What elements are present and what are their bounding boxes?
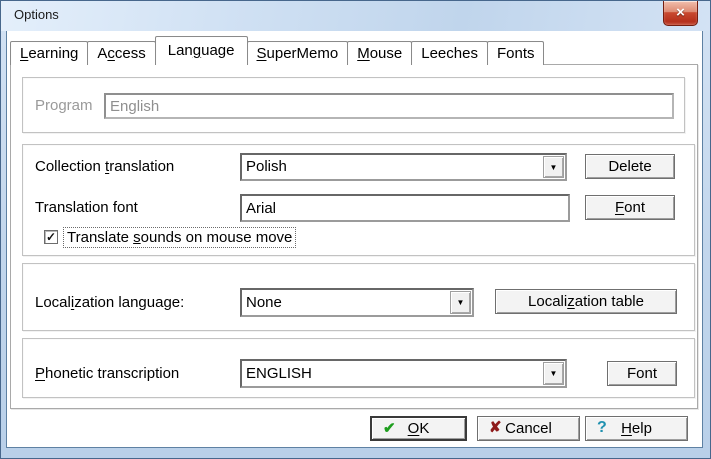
chevron-down-icon: ▼ <box>550 163 558 172</box>
program-label: Program <box>35 93 93 119</box>
close-icon: × <box>676 4 685 21</box>
translation-font-button[interactable]: Font <box>585 195 675 220</box>
phonetic-font-button[interactable]: Font <box>607 361 677 386</box>
help-button-label: Help <box>621 418 652 439</box>
collection-translation-combobox[interactable]: Polish ▼ <box>240 153 567 181</box>
tab-language[interactable]: Language <box>155 36 248 65</box>
ok-button-label: OK <box>408 419 430 438</box>
x-mark-icon: ✘ <box>489 417 502 440</box>
phonetic-transcription-combobox[interactable]: ENGLISH ▼ <box>240 359 567 388</box>
chevron-down-icon: ▼ <box>457 298 465 307</box>
localization-language-label: Localization language: <box>35 288 184 317</box>
phonetic-transcription-value: ENGLISH <box>246 365 312 382</box>
translation-font-value: Arial <box>246 200 276 217</box>
tab-supermemo[interactable]: SuperMemo <box>247 41 349 65</box>
localization-language-dropdown-button[interactable]: ▼ <box>450 291 471 314</box>
tab-learning[interactable]: Learning <box>10 41 88 65</box>
translation-font-input[interactable]: Arial <box>240 194 570 222</box>
collection-translation-value: Polish <box>246 158 287 175</box>
checkmark-icon: ✓ <box>46 230 56 244</box>
localization-language-combobox[interactable]: None ▼ <box>240 288 474 317</box>
program-input[interactable]: English <box>104 93 674 119</box>
program-value: English <box>110 98 159 115</box>
localization-language-value: None <box>246 294 282 311</box>
title-bar[interactable]: Options × <box>1 1 710 31</box>
cancel-button-label: Cancel <box>505 418 552 439</box>
delete-button[interactable]: Delete <box>585 154 675 179</box>
help-button[interactable]: ? Help <box>585 416 688 441</box>
tab-access[interactable]: Access <box>87 41 155 65</box>
question-mark-icon: ? <box>597 417 607 440</box>
collection-translation-dropdown-button[interactable]: ▼ <box>543 156 564 178</box>
phonetic-transcription-label: Phonetic transcription <box>35 359 179 388</box>
cancel-button[interactable]: ✘ Cancel <box>477 416 580 441</box>
options-dialog: Options × Learning Access Language Super… <box>0 0 711 459</box>
translate-sounds-checkbox[interactable]: ✓ <box>44 230 58 244</box>
collection-translation-label: Collection translation <box>35 153 174 181</box>
tab-strip: Learning Access Language SuperMemo Mouse… <box>10 36 543 65</box>
translation-font-label: Translation font <box>35 194 138 222</box>
window-title: Options <box>14 7 59 22</box>
localization-table-button[interactable]: Localization table <box>495 289 677 314</box>
phonetic-transcription-dropdown-button[interactable]: ▼ <box>543 362 564 385</box>
check-icon: ✔ <box>383 418 396 439</box>
translate-sounds-checkbox-label[interactable]: Translate sounds on mouse move <box>63 227 296 248</box>
chevron-down-icon: ▼ <box>550 369 558 378</box>
dialog-client-area: Learning Access Language SuperMemo Mouse… <box>6 31 703 448</box>
tab-mouse[interactable]: Mouse <box>347 41 412 65</box>
tab-fonts[interactable]: Fonts <box>487 41 545 65</box>
close-button[interactable]: × <box>663 1 698 26</box>
ok-button[interactable]: ✔ OK <box>370 416 467 441</box>
tab-leeches[interactable]: Leeches <box>411 41 488 65</box>
